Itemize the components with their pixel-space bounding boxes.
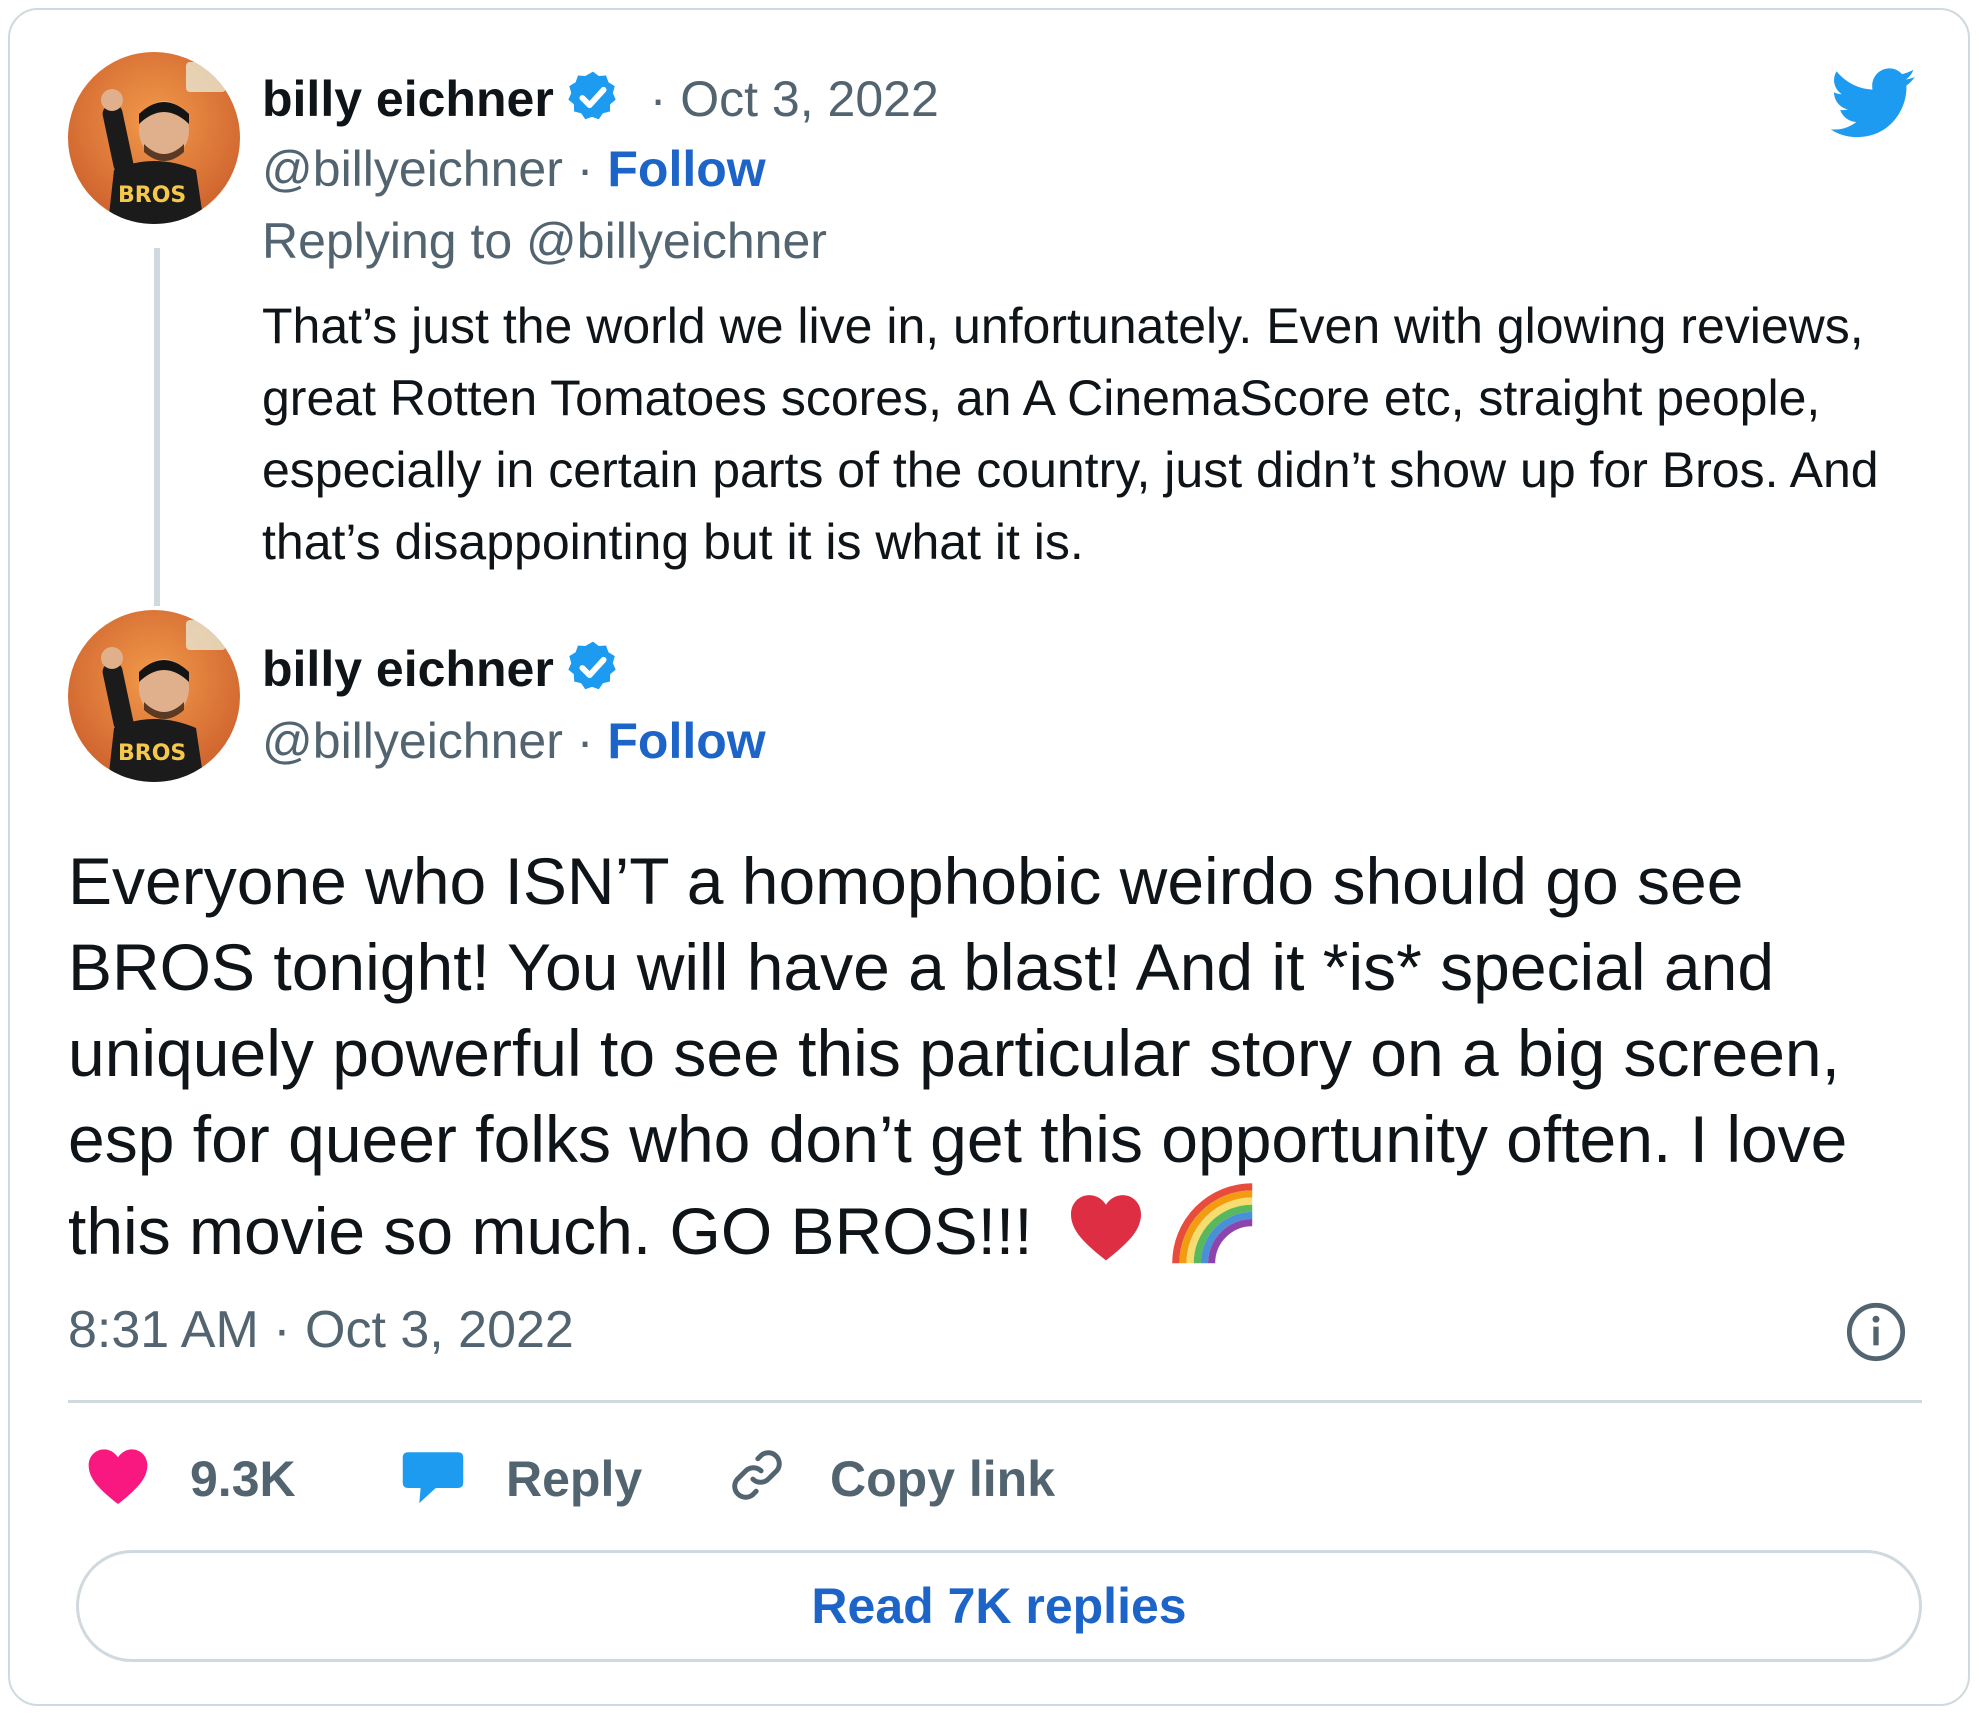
replying-to-handle[interactable]: @billyeichner [526, 213, 827, 269]
reply-tweet-text: That’s just the world we live in, unfort… [262, 298, 1879, 570]
tweet-timestamp[interactable]: 8:31 AM · Oct 3, 2022 [68, 1300, 574, 1360]
handle-separator: · [576, 141, 594, 197]
reply-handle-line: @billyeichner · Follow [262, 140, 766, 198]
replying-to-line: Replying to @billyeichner [262, 212, 827, 270]
author-avatar[interactable]: BROS [68, 52, 240, 224]
author-avatar[interactable]: BROS [68, 610, 240, 782]
replying-to-prefix: Replying to [262, 213, 527, 269]
info-icon[interactable] [1844, 1300, 1908, 1364]
heart-icon[interactable] [86, 1446, 150, 1506]
red-heart-emoji [1065, 1192, 1147, 1262]
reply-bubble-icon[interactable] [400, 1446, 466, 1508]
follow-button[interactable]: Follow [607, 141, 765, 197]
tweet-embed-card: BROS billy eichner · Oct 3, 2022 @billye… [8, 8, 1970, 1706]
reply-date[interactable]: Oct 3, 2022 [680, 71, 939, 127]
copy-link-button[interactable]: Copy link [830, 1450, 1055, 1508]
main-handle-line: @billyeichner · Follow [262, 712, 766, 770]
avatar-shirt-text: BROS [118, 741, 186, 766]
main-tweet-text: Everyone who ISN’T a homophobic weirdo s… [68, 844, 1848, 1268]
verified-badge-icon [564, 68, 622, 126]
author-name[interactable]: billy eichner [262, 71, 554, 127]
read-replies-button[interactable]: Read 7K replies [76, 1550, 1922, 1662]
handle-separator: · [576, 713, 594, 769]
twitter-bird-icon[interactable] [1830, 68, 1918, 140]
follow-button[interactable]: Follow [607, 713, 765, 769]
verified-badge-icon [564, 638, 622, 696]
date-separator: · [649, 71, 667, 127]
author-handle[interactable]: @billyeichner [262, 713, 563, 769]
link-icon[interactable] [724, 1442, 790, 1508]
rainbow-emoji [1171, 1182, 1257, 1268]
author-handle[interactable]: @billyeichner [262, 141, 563, 197]
likes-count[interactable]: 9.3K [190, 1450, 296, 1508]
thread-connector-line [154, 248, 160, 606]
reply-button[interactable]: Reply [506, 1450, 642, 1508]
author-name[interactable]: billy eichner [262, 641, 554, 697]
avatar-shirt-text: BROS [118, 183, 186, 208]
reply-author-header: billy eichner · Oct 3, 2022 [262, 68, 939, 128]
divider [68, 1400, 1922, 1403]
main-author-header: billy eichner [262, 638, 622, 698]
main-tweet-text-block: Everyone who ISN’T a homophobic weirdo s… [68, 838, 1928, 1274]
